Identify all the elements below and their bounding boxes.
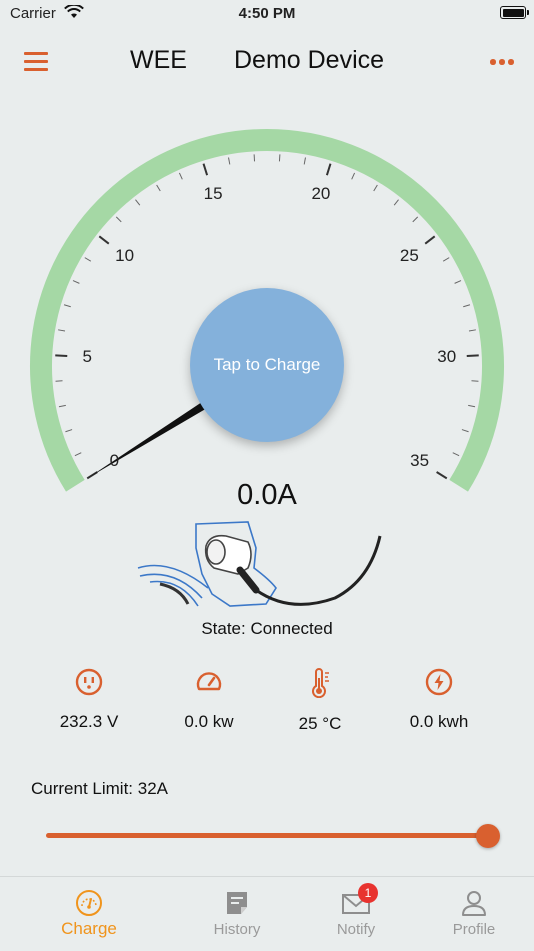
slider-track: [46, 833, 490, 838]
gauge-major-tick: [467, 355, 479, 356]
gauge-scale-label: 5: [82, 347, 91, 367]
tab-profile[interactable]: Profile: [414, 877, 534, 951]
voltage-value: 232.3 V: [29, 712, 149, 732]
note-icon: [177, 889, 297, 917]
gauge-scale-label: 20: [311, 184, 330, 204]
gauge-scale-label: 25: [400, 246, 419, 266]
gauge-major-tick: [327, 164, 331, 175]
current-limit-slider[interactable]: [46, 822, 502, 850]
tab-bar: Charge History 1 Notify Profile: [0, 876, 534, 951]
battery-icon: [500, 6, 526, 19]
nav-bar: WEE Demo Device: [0, 36, 534, 88]
gauge-minor-tick: [443, 258, 449, 262]
energy-value: 0.0 kwh: [379, 712, 499, 732]
gauge-major-tick: [425, 236, 434, 243]
gauge-minor-tick: [463, 305, 470, 307]
gauge-major-tick: [204, 164, 208, 175]
gauge-major-tick: [99, 236, 108, 243]
gauge-scale-label: 0: [110, 451, 119, 471]
tab-notify-label: Notify: [296, 921, 416, 938]
tap-to-charge-label: Tap to Charge: [214, 354, 321, 376]
gauge-minor-tick: [85, 258, 91, 262]
gauge-minor-tick: [58, 330, 65, 331]
gauge-scale-label: 15: [204, 184, 223, 204]
gauge-minor-tick: [455, 281, 461, 284]
tab-history-label: History: [177, 921, 297, 938]
gauge-major-tick: [437, 472, 447, 478]
current-reading: 0.0A: [0, 479, 534, 512]
connection-state: State: Connected: [0, 619, 534, 639]
ev-plug-illustration: [130, 518, 390, 618]
gauge-minor-tick: [75, 453, 81, 456]
gauge-minor-tick: [471, 381, 478, 382]
gauge-minor-tick: [59, 405, 66, 406]
gauge-minor-tick: [468, 405, 475, 406]
tab-profile-label: Profile: [414, 921, 534, 938]
power-stat: 0.0 kw: [149, 668, 269, 732]
device-name: Demo Device: [234, 46, 384, 75]
speedometer-icon: [149, 668, 269, 696]
tab-charge-label: Charge: [29, 919, 149, 939]
gauge-major-tick: [55, 355, 67, 356]
power-value: 0.0 kw: [149, 712, 269, 732]
gauge-minor-tick: [135, 200, 139, 205]
temperature-value: 25 °C: [260, 714, 380, 734]
gauge-minor-tick: [394, 200, 398, 205]
status-bar: Carrier 4:50 PM: [0, 0, 534, 28]
gauge-minor-tick: [64, 305, 71, 307]
gauge-minor-tick: [116, 217, 121, 222]
clock: 4:50 PM: [0, 5, 534, 22]
gauge-minor-tick: [374, 185, 378, 191]
gauge-minor-tick: [73, 281, 79, 284]
app-name: WEE: [130, 46, 187, 75]
gauge-minor-tick: [229, 158, 230, 165]
temperature-stat: 25 °C: [260, 668, 380, 734]
tab-history[interactable]: History: [177, 877, 297, 951]
gauge-scale-label: 10: [115, 246, 134, 266]
tap-to-charge-button[interactable]: Tap to Charge: [190, 288, 344, 442]
slider-thumb[interactable]: [476, 824, 500, 848]
gauge-icon: [29, 889, 149, 917]
lightning-icon: [379, 668, 499, 696]
current-limit-label: Current Limit: 32A: [31, 779, 168, 799]
gauge-scale-label: 30: [437, 347, 456, 367]
gauge-minor-tick: [462, 430, 469, 432]
voltage-stat: 232.3 V: [29, 668, 149, 732]
gauge-minor-tick: [469, 330, 476, 331]
gauge-minor-tick: [413, 217, 418, 222]
gauge-minor-tick: [304, 158, 305, 165]
gauge-minor-tick: [453, 453, 459, 456]
tab-notify[interactable]: 1 Notify: [296, 877, 416, 951]
notification-badge: 1: [358, 883, 378, 903]
person-icon: [414, 889, 534, 917]
gauge-minor-tick: [157, 185, 161, 191]
energy-stat: 0.0 kwh: [379, 668, 499, 732]
thermometer-icon: [260, 668, 380, 698]
tab-charge[interactable]: Charge: [29, 877, 149, 951]
hamburger-menu-icon[interactable]: [24, 52, 50, 72]
gauge-minor-tick: [56, 381, 63, 382]
gauge-minor-tick: [65, 430, 72, 432]
outlet-icon: [29, 668, 149, 696]
gauge-minor-tick: [179, 173, 182, 179]
more-options-icon[interactable]: [490, 59, 514, 65]
gauge-scale-label: 35: [410, 451, 429, 471]
gauge-minor-tick: [352, 173, 355, 179]
mail-icon: [296, 889, 416, 917]
